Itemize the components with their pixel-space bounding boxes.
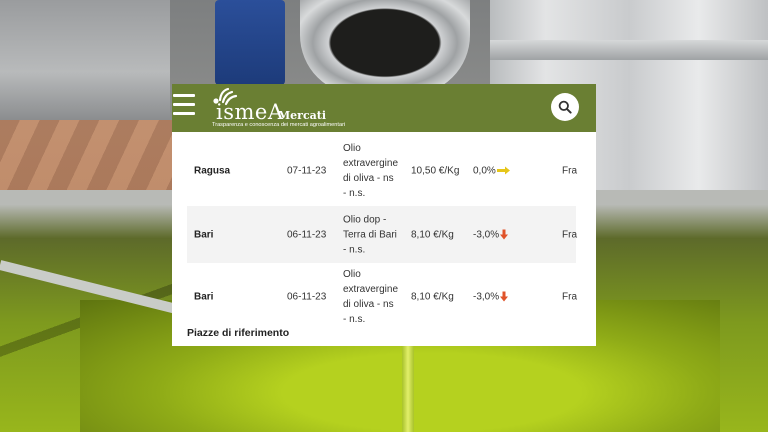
search-icon <box>558 100 572 114</box>
section-title: Piazze di riferimento <box>187 327 290 339</box>
price-variation: -3,0% <box>473 229 509 240</box>
price-date: 06-11-23 <box>287 291 327 303</box>
table-row[interactable]: Ragusa 07-11-23 Olio extravergine di oli… <box>187 136 577 206</box>
arrow-down-icon <box>500 229 509 240</box>
row-extra: Fra <box>562 165 577 177</box>
arrow-right-icon <box>496 166 510 175</box>
search-button[interactable] <box>551 93 579 121</box>
mobile-page-panel: ismeA Mercati Trasparenza e conoscenza d… <box>172 84 596 346</box>
row-extra: Fra <box>562 229 577 240</box>
row-extra: Fra <box>562 291 577 303</box>
market-city: Ragusa <box>194 165 231 177</box>
logo-wordmark: ismeA <box>216 100 284 124</box>
price-date: 06-11-23 <box>287 229 327 240</box>
price-value: 8,10 €/Kg <box>411 229 454 240</box>
price-value: 8,10 €/Kg <box>411 291 454 303</box>
product-name: Olio dop - Terra di Bari - n.s. <box>343 214 397 255</box>
market-city: Bari <box>194 291 214 303</box>
price-variation: -3,0% <box>473 291 509 303</box>
hamburger-icon[interactable] <box>173 94 195 118</box>
price-variation: 0,0% <box>473 166 510 177</box>
table-row[interactable]: Bari 06-11-23 Olio dop - Terra di Bari -… <box>187 206 577 263</box>
table-row[interactable]: Bari 06-11-23 Olio extravergine di oliva… <box>187 263 577 331</box>
product-name: Olio extravergine di oliva - ns - n.s. <box>343 269 399 325</box>
product-name: Olio extravergine di oliva - ns - n.s. <box>343 143 399 199</box>
market-city: Bari <box>194 229 214 240</box>
price-value: 10,50 €/Kg <box>411 165 460 177</box>
logo-subtitle: Mercati <box>278 109 327 122</box>
ismea-logo[interactable]: ismeA Mercati Trasparenza e conoscenza d… <box>212 87 412 129</box>
logo-tagline: Trasparenza e conoscenza dei mercati agr… <box>212 122 346 128</box>
price-date: 07-11-23 <box>287 165 327 177</box>
site-header: ismeA Mercati Trasparenza e conoscenza d… <box>172 84 596 132</box>
price-table: Ragusa 07-11-23 Olio extravergine di oli… <box>187 136 596 331</box>
arrow-down-icon <box>500 291 509 302</box>
